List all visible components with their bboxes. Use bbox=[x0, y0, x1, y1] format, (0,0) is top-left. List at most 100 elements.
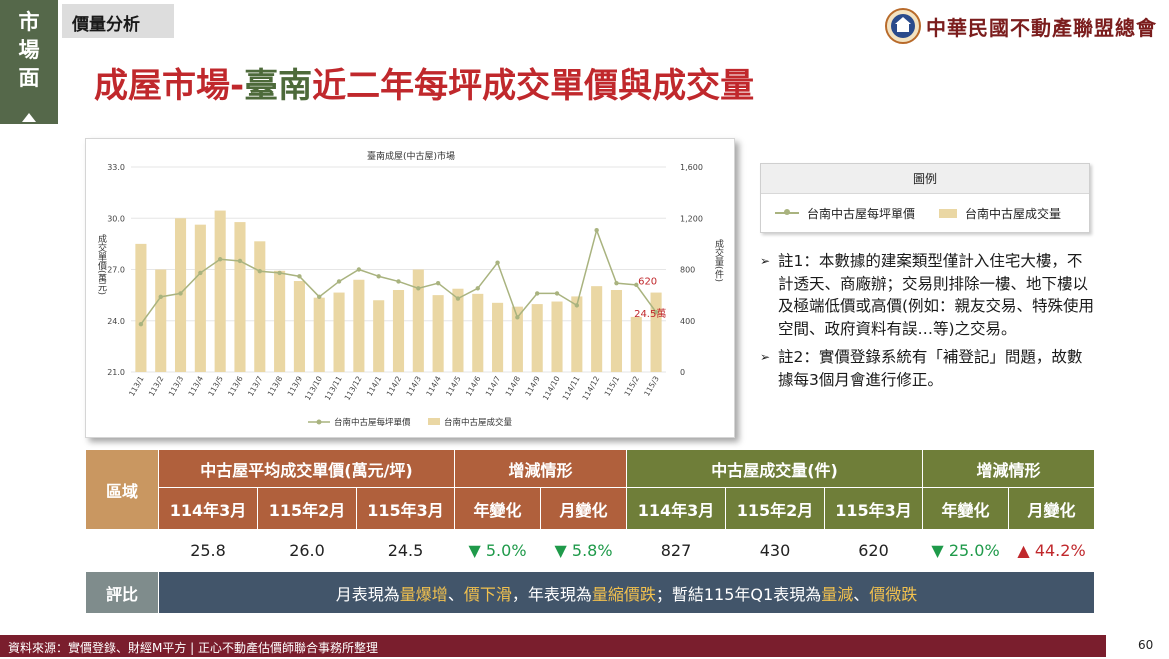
x-tick-label: 113/10 bbox=[303, 374, 324, 402]
period-header: 114年3月 bbox=[158, 487, 258, 530]
annotation-price: 24.5萬 bbox=[634, 307, 666, 320]
side-tab-char: 場 bbox=[18, 38, 40, 62]
x-tick-label: 114/12 bbox=[580, 374, 601, 402]
period-header: 115年2月 bbox=[257, 487, 357, 530]
volume-bar bbox=[650, 292, 662, 372]
bar-marker-icon bbox=[939, 208, 958, 218]
side-tab-char: 面 bbox=[18, 66, 40, 90]
x-tick-label: 114/2 bbox=[385, 374, 404, 397]
volume-bar bbox=[373, 300, 385, 372]
volume-bar bbox=[531, 304, 543, 372]
price-header: 中古屋平均成交單價(萬元/坪) bbox=[157, 449, 456, 488]
price-point bbox=[237, 258, 243, 264]
volume-change-header: 增減情形 bbox=[922, 449, 1096, 488]
price-point bbox=[178, 291, 183, 296]
price-point bbox=[574, 303, 580, 308]
volume-yoy-cell: ▼ 25.0% bbox=[922, 529, 1010, 572]
price-point bbox=[297, 274, 302, 279]
x-tick-label: 113/8 bbox=[266, 374, 285, 397]
price-change-header: 增減情形 bbox=[454, 449, 628, 488]
x-tick-label: 115/3 bbox=[642, 374, 661, 397]
legend-line-label: 台南中古屋每坪單價 bbox=[807, 206, 916, 221]
legend-row: 台南中古屋每坪單價 台南中古屋成交量 bbox=[761, 194, 1089, 232]
assess-text: ，年表現為 bbox=[511, 584, 592, 604]
price-cell: 26.0 bbox=[257, 529, 357, 572]
chart-canvas: 臺南成屋(中古屋)市場 21.0 24.0 27.0 30.0 33.0 0 400 800… bbox=[96, 150, 724, 428]
volume-bar bbox=[392, 290, 405, 372]
price-point bbox=[396, 279, 401, 284]
x-tick-label: 115/2 bbox=[622, 374, 641, 397]
price-cell: 24.5 bbox=[355, 529, 456, 572]
volume-cell: 620 bbox=[824, 529, 924, 572]
x-tick-label: 114/1 bbox=[365, 374, 384, 397]
line-marker-icon bbox=[775, 209, 799, 215]
price-point bbox=[277, 270, 282, 276]
price-point bbox=[455, 296, 461, 301]
x-tick-label: 114/9 bbox=[523, 374, 542, 397]
price-point bbox=[138, 321, 144, 327]
x-tick-label: 114/3 bbox=[404, 374, 423, 397]
volume-bar bbox=[610, 290, 623, 372]
notes: 註1：本數據的建案類型僅計入住宅大樓，不計透天、商廠辦；交易則排除一樓、地下樓以… bbox=[760, 250, 1096, 397]
volume-bar bbox=[412, 269, 424, 372]
x-tick-label: 115/1 bbox=[603, 374, 622, 397]
page-title: 成屋市場-臺南近二年每坪成交單價與成交量 bbox=[94, 58, 754, 107]
x-tick-label: 113/5 bbox=[206, 374, 225, 397]
volume-bar bbox=[432, 295, 444, 372]
y-tick-label: 24.0 bbox=[107, 317, 125, 326]
volume-bar bbox=[214, 210, 226, 372]
price-point bbox=[594, 228, 599, 233]
mom-header: 月變化 bbox=[1008, 487, 1096, 530]
org-logo: 中華民國不動產聯盟總會 bbox=[884, 6, 1157, 46]
price-mom-cell: ▼ 5.8% bbox=[540, 529, 628, 572]
volume-bar bbox=[630, 316, 642, 372]
section-label: 價量分析 bbox=[62, 4, 174, 38]
volume-cell: 827 bbox=[626, 529, 727, 572]
y-axis-label: 成交單價(萬元) bbox=[96, 233, 107, 295]
price-point bbox=[475, 286, 480, 291]
page-number: 60 bbox=[1138, 638, 1154, 652]
volume-bar bbox=[452, 288, 464, 372]
volume-bar bbox=[254, 241, 266, 372]
title-part-1: 成屋市場- bbox=[94, 66, 245, 106]
volume-bar bbox=[155, 269, 167, 372]
y-tick-label: 33.0 bbox=[107, 163, 125, 172]
x-tick-label: 114/7 bbox=[484, 374, 503, 397]
assessment-text: 月表現為量爆增、價下滑，年表現為量縮價跌；暫結115年Q1表現為量減、價微跌 bbox=[157, 571, 1096, 614]
assess-highlight: 價微跌 bbox=[869, 584, 918, 604]
volume-bar bbox=[353, 279, 365, 372]
volume-bar bbox=[135, 243, 147, 372]
volume-mom-cell: ▲ 44.2% bbox=[1008, 529, 1096, 572]
volume-bar bbox=[492, 302, 504, 372]
volume-bar bbox=[274, 270, 286, 372]
price-point bbox=[554, 291, 560, 296]
price-point bbox=[376, 274, 381, 279]
legend-bar-label: 台南中古屋成交量 bbox=[965, 206, 1062, 221]
region-cell: 臺南市 bbox=[85, 529, 159, 572]
side-tab-char: 市 bbox=[18, 10, 40, 34]
x-tick-label: 113/2 bbox=[147, 374, 166, 397]
volume-bar bbox=[333, 292, 345, 372]
stats-table: 區域 中古屋平均成交單價(萬元/坪) 增減情形 中古屋成交量(件) 增減情形 1… bbox=[85, 449, 1096, 614]
y-tick-label: 27.0 bbox=[107, 266, 125, 275]
x-tick-label: 114/4 bbox=[424, 374, 443, 397]
volume-header: 中古屋成交量(件) bbox=[626, 449, 924, 488]
x-tick-label: 114/6 bbox=[464, 374, 483, 397]
price-point bbox=[614, 280, 619, 286]
x-tick-label: 113/1 bbox=[127, 374, 146, 397]
assess-highlight: 量縮價跌 bbox=[591, 584, 656, 604]
period-header: 115年2月 bbox=[725, 487, 826, 530]
x-tick-label: 113/12 bbox=[343, 374, 364, 402]
x-tick-label: 114/10 bbox=[541, 374, 562, 402]
volume-bar bbox=[293, 281, 305, 372]
footer-source: 資料來源：實價登錄、財經M平方 | 正心不動產估價師聯合事務所整理 bbox=[0, 635, 1106, 657]
assess-text: 、 bbox=[853, 584, 870, 604]
volume-cell: 430 bbox=[725, 529, 826, 572]
price-yoy-cell: ▼ 5.0% bbox=[454, 529, 542, 572]
annotation-volume: 620 bbox=[638, 277, 657, 288]
price-point bbox=[158, 294, 163, 300]
y2-tick-label: 800 bbox=[680, 266, 695, 275]
x-tick-label: 113/9 bbox=[286, 374, 305, 397]
up-arrow-icon bbox=[22, 113, 36, 122]
period-header: 114年3月 bbox=[626, 487, 727, 530]
